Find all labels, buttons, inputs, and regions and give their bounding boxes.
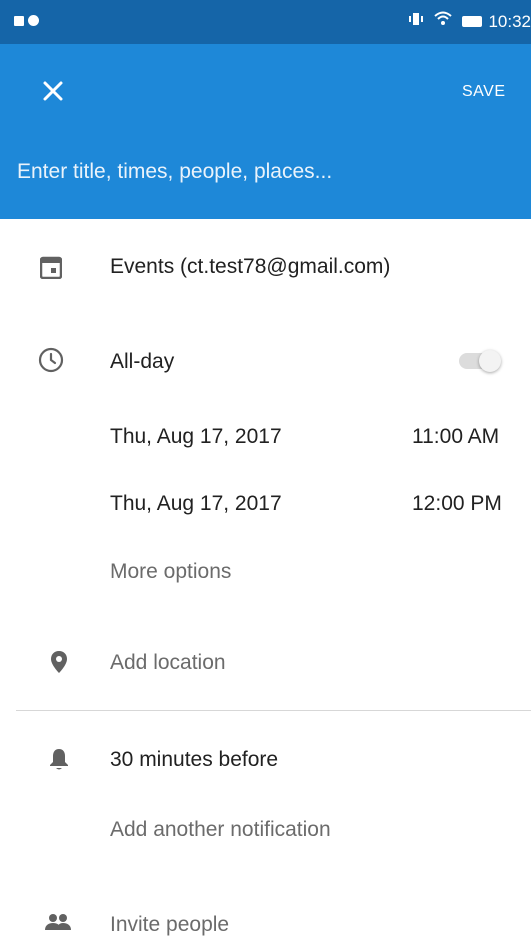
start-date[interactable]: Thu, Aug 17, 2017: [110, 425, 282, 449]
status-time: 10:32: [488, 11, 531, 31]
notification-icon: [14, 16, 24, 26]
section-divider: [16, 710, 531, 711]
invite-people-field[interactable]: Invite people: [110, 913, 229, 937]
battery-icon: [462, 16, 483, 27]
title-input[interactable]: [17, 160, 497, 184]
all-day-toggle[interactable]: [459, 348, 501, 374]
notification-current[interactable]: 30 minutes before: [110, 748, 278, 772]
end-time[interactable]: 12:00 PM: [412, 492, 502, 516]
close-icon[interactable]: [42, 80, 64, 102]
status-bar: 10:32: [0, 0, 531, 44]
add-another-notification-link[interactable]: Add another notification: [110, 818, 331, 842]
clock-icon: [38, 347, 64, 378]
wifi-icon: [434, 11, 453, 32]
people-icon: [44, 912, 72, 937]
app-bar: [0, 44, 531, 219]
start-time[interactable]: 11:00 AM: [412, 425, 499, 449]
bell-icon: [48, 747, 70, 776]
calendar-icon: [39, 255, 63, 284]
status-right-group: 10:32: [398, 11, 531, 32]
save-button[interactable]: SAVE: [456, 75, 512, 109]
toggle-thumb: [479, 350, 501, 372]
end-date[interactable]: Thu, Aug 17, 2017: [110, 492, 282, 516]
sync-icon: [28, 15, 39, 26]
add-location-field[interactable]: Add location: [110, 651, 226, 675]
vibrate-icon: [408, 11, 424, 32]
all-day-label: All-day: [110, 350, 175, 373]
calendar-account-label[interactable]: Events (ct.test78@gmail.com): [110, 255, 390, 279]
more-options-link[interactable]: More options: [110, 560, 231, 584]
location-pin-icon: [50, 650, 68, 679]
